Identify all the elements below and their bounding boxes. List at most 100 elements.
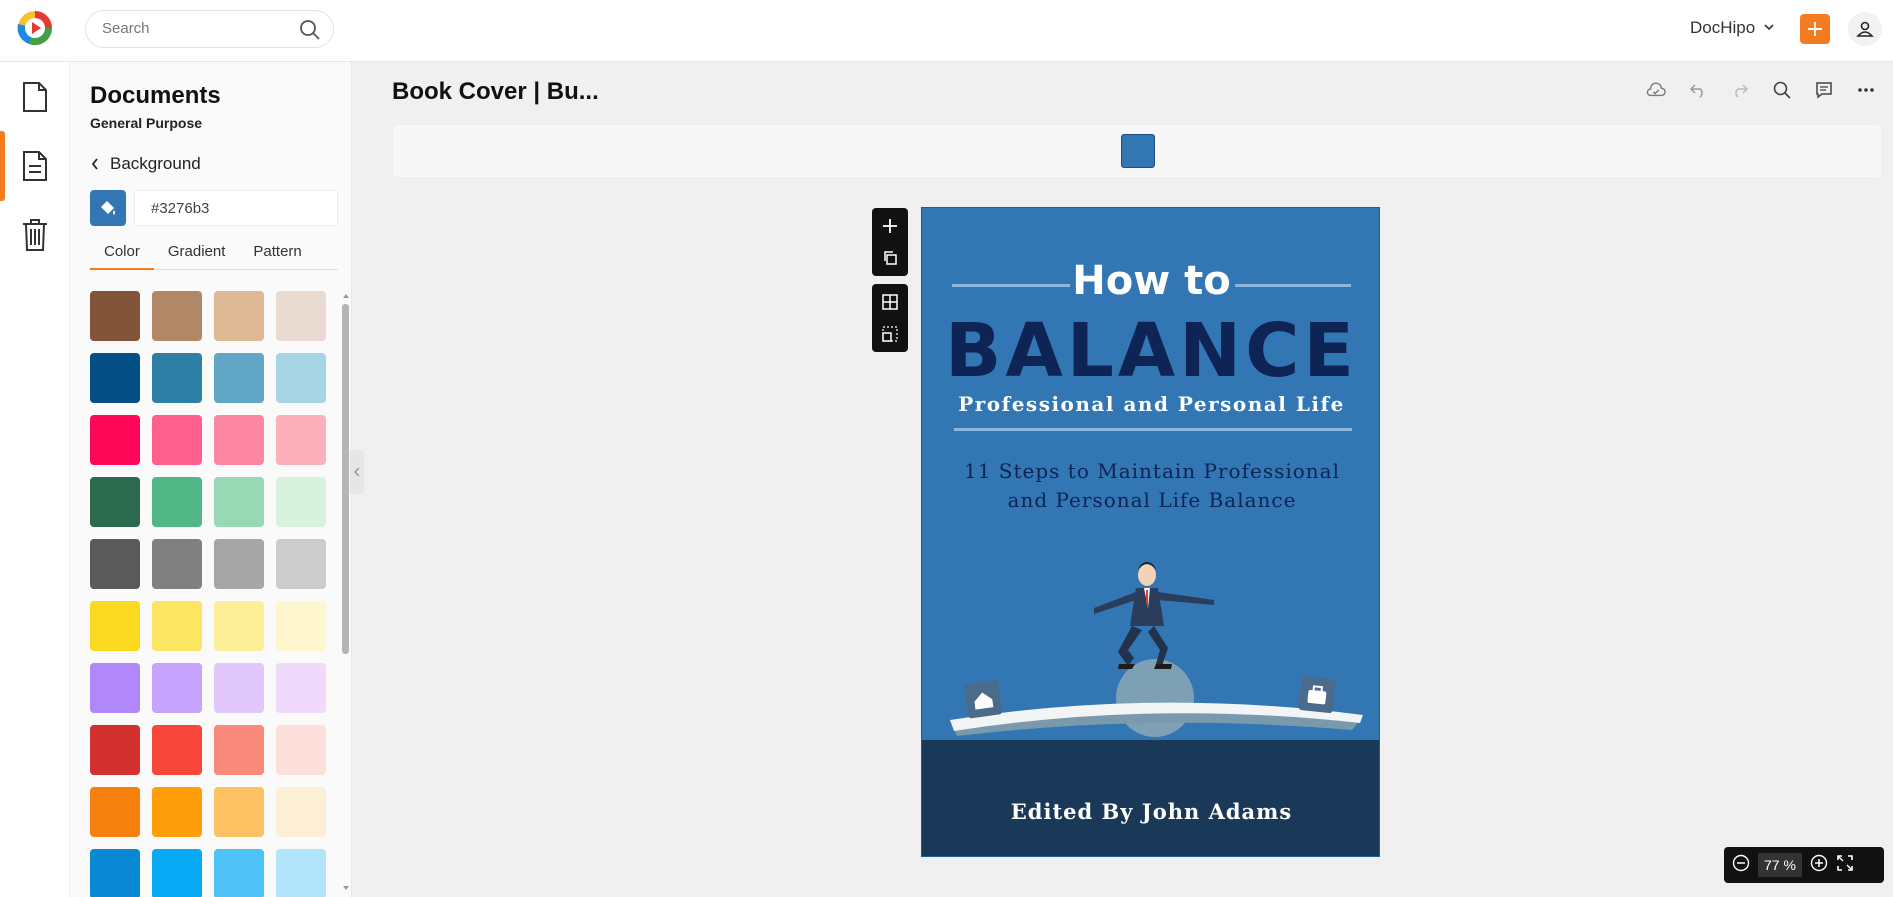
color-swatch[interactable] [90, 291, 140, 341]
color-swatch[interactable] [214, 415, 264, 465]
cover-how-to-text[interactable]: How to [922, 258, 1379, 304]
user-icon [1856, 21, 1874, 37]
color-swatch[interactable] [214, 725, 264, 775]
balance-illustration-icon[interactable] [922, 548, 1380, 748]
more-options-icon[interactable] [1856, 80, 1876, 100]
user-profile-button[interactable] [1848, 12, 1882, 46]
search-icon[interactable] [1772, 80, 1792, 100]
cover-subtitle-text[interactable]: Professional and Personal Life [922, 392, 1379, 416]
color-swatch[interactable] [90, 663, 140, 713]
background-panel: Documents General Purpose Background Col… [70, 62, 352, 897]
search-input[interactable] [102, 20, 292, 37]
color-swatch[interactable] [152, 663, 202, 713]
file-icon [23, 82, 47, 112]
collapse-panel-button[interactable] [350, 450, 364, 494]
color-swatch[interactable] [90, 353, 140, 403]
page-tools-group [872, 208, 908, 276]
current-color-button[interactable] [90, 190, 126, 226]
color-mode-tabs: Color Gradient Pattern [90, 240, 338, 270]
page-thumbnail-bar [392, 124, 1882, 178]
dochipo-logo-icon[interactable] [17, 10, 53, 46]
color-swatch[interactable] [276, 415, 326, 465]
color-swatch[interactable] [90, 539, 140, 589]
trash-nav-button[interactable] [0, 200, 70, 270]
color-swatch[interactable] [276, 849, 326, 897]
zoom-out-icon[interactable] [1732, 854, 1750, 877]
documents-nav-button[interactable] [0, 62, 70, 132]
swatch-scrollbar[interactable] [340, 292, 350, 892]
color-swatch[interactable] [276, 601, 326, 651]
color-swatch[interactable] [214, 601, 264, 651]
cover-steps-text[interactable]: 11 Steps to Maintain Professional and Pe… [952, 457, 1352, 515]
tab-pattern[interactable]: Pattern [239, 240, 315, 270]
color-swatch[interactable] [90, 849, 140, 897]
scrollbar-thumb[interactable] [342, 304, 349, 654]
duplicate-page-icon[interactable] [880, 248, 900, 268]
color-swatch[interactable] [276, 787, 326, 837]
document-toolbar [1646, 80, 1876, 100]
scroll-up-icon[interactable] [341, 292, 351, 300]
account-dropdown[interactable]: DocHipo [1690, 18, 1775, 38]
cover-balance-text[interactable]: BALANCE [922, 308, 1379, 394]
color-swatch[interactable] [214, 539, 264, 589]
redo-icon[interactable] [1730, 80, 1750, 100]
top-bar: DocHipo [0, 0, 1893, 62]
color-swatch[interactable] [276, 539, 326, 589]
chevron-left-icon [353, 467, 360, 477]
add-page-icon[interactable] [880, 216, 900, 236]
color-swatch[interactable] [90, 725, 140, 775]
color-swatch[interactable] [214, 477, 264, 527]
color-swatch[interactable] [276, 663, 326, 713]
fullscreen-icon[interactable] [1836, 854, 1854, 877]
color-swatch[interactable] [152, 787, 202, 837]
search-icon[interactable] [299, 19, 321, 41]
book-cover-canvas[interactable]: How to BALANCE Professional and Personal… [921, 207, 1380, 857]
color-swatch[interactable] [214, 787, 264, 837]
select-area-icon[interactable] [880, 324, 900, 344]
color-swatch[interactable] [90, 787, 140, 837]
tab-gradient[interactable]: Gradient [154, 240, 240, 270]
comment-icon[interactable] [1814, 80, 1834, 100]
back-to-background-button[interactable]: Background [90, 154, 201, 174]
color-swatch[interactable] [152, 601, 202, 651]
zoom-in-icon[interactable] [1810, 854, 1828, 877]
color-swatch[interactable] [90, 415, 140, 465]
color-swatch[interactable] [214, 663, 264, 713]
create-new-button[interactable] [1800, 14, 1830, 44]
color-swatch[interactable] [90, 477, 140, 527]
subtitle-rule[interactable] [954, 428, 1352, 431]
color-swatch[interactable] [276, 353, 326, 403]
steps-line-2: and Personal Life Balance [1007, 488, 1297, 512]
file-text-icon [23, 151, 47, 181]
color-swatch[interactable] [276, 725, 326, 775]
document-pages-nav-button[interactable] [0, 131, 70, 201]
color-swatch[interactable] [276, 291, 326, 341]
color-swatch[interactable] [152, 849, 202, 897]
color-swatch[interactable] [276, 477, 326, 527]
document-title[interactable]: Book Cover | Bu... [392, 78, 599, 106]
cloud-save-icon[interactable] [1646, 80, 1666, 100]
color-swatch[interactable] [152, 477, 202, 527]
color-swatch[interactable] [214, 291, 264, 341]
color-swatch[interactable] [152, 415, 202, 465]
search-box[interactable] [85, 10, 334, 48]
color-swatch[interactable] [152, 539, 202, 589]
chevron-left-icon [91, 158, 98, 170]
scroll-down-icon[interactable] [341, 884, 351, 892]
hex-color-input[interactable] [134, 190, 338, 226]
zoom-value[interactable]: 77 % [1758, 853, 1802, 877]
color-swatch[interactable] [152, 725, 202, 775]
steps-line-1: 11 Steps to Maintain Professional [964, 459, 1340, 483]
color-swatch[interactable] [90, 601, 140, 651]
color-swatch[interactable] [152, 353, 202, 403]
zoom-control: 77 % [1724, 847, 1884, 883]
color-swatch[interactable] [214, 353, 264, 403]
zoom-unit: % [1783, 857, 1796, 873]
page-thumbnail[interactable] [1121, 134, 1155, 168]
cover-edited-by-text[interactable]: Edited By John Adams [922, 799, 1379, 824]
tab-color[interactable]: Color [90, 240, 154, 270]
undo-icon[interactable] [1688, 80, 1708, 100]
color-swatch[interactable] [214, 849, 264, 897]
grid-layout-icon[interactable] [880, 292, 900, 312]
color-swatch[interactable] [152, 291, 202, 341]
